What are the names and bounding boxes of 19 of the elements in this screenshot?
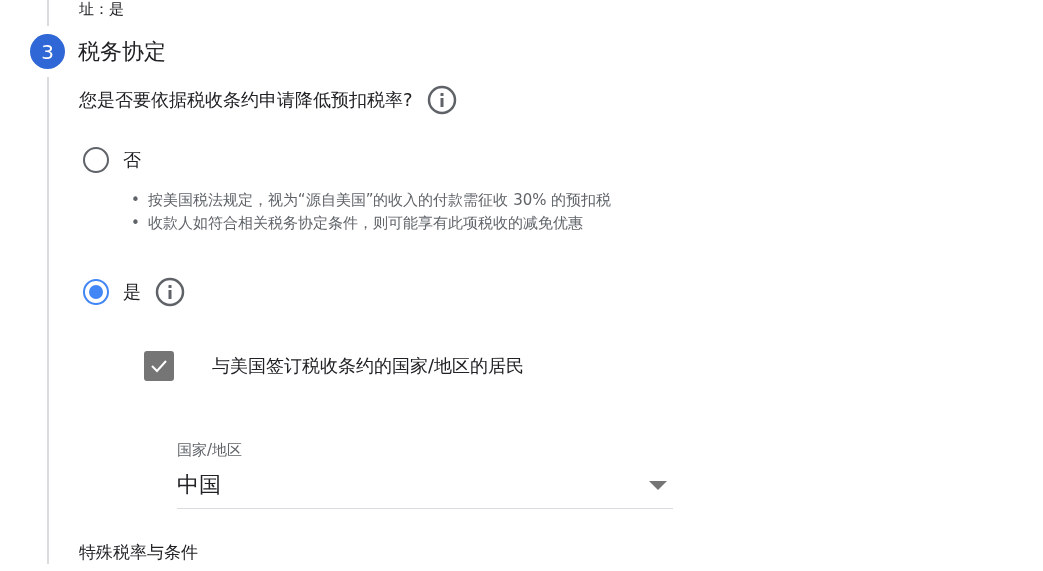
note-text: 收款人如符合相关税务协定条件，则可能享有此项税收的减免优惠 <box>147 213 583 234</box>
step-number: 3 <box>30 34 65 69</box>
checkbox[interactable] <box>144 351 174 381</box>
note-text: 按美国税法规定，视为“源自美国”的收入的付款需征收 30% 的预扣税 <box>147 190 612 211</box>
bullet: • <box>131 213 140 234</box>
section-heading: 特殊税率与条件 <box>79 541 199 564</box>
question-text: 您是否要依据税收条约申请降低预扣税率? <box>79 88 413 112</box>
bullet: • <box>131 190 140 211</box>
previous-answer: 址：是 <box>79 0 125 20</box>
caret-icon <box>649 480 667 490</box>
info-icon[interactable] <box>426 85 457 115</box>
radio-button[interactable] <box>83 147 109 173</box>
info-icon[interactable] <box>155 277 185 307</box>
section-title: 税务协定 <box>78 37 166 66</box>
option-label: 是 <box>123 280 141 304</box>
country-select[interactable]: 国家/地区 中国 <box>177 441 673 509</box>
checkbox-label: 与美国签订税收条约的国家/地区的居民 <box>212 354 525 378</box>
option-label: 否 <box>123 148 141 172</box>
radio-button[interactable] <box>83 279 109 305</box>
